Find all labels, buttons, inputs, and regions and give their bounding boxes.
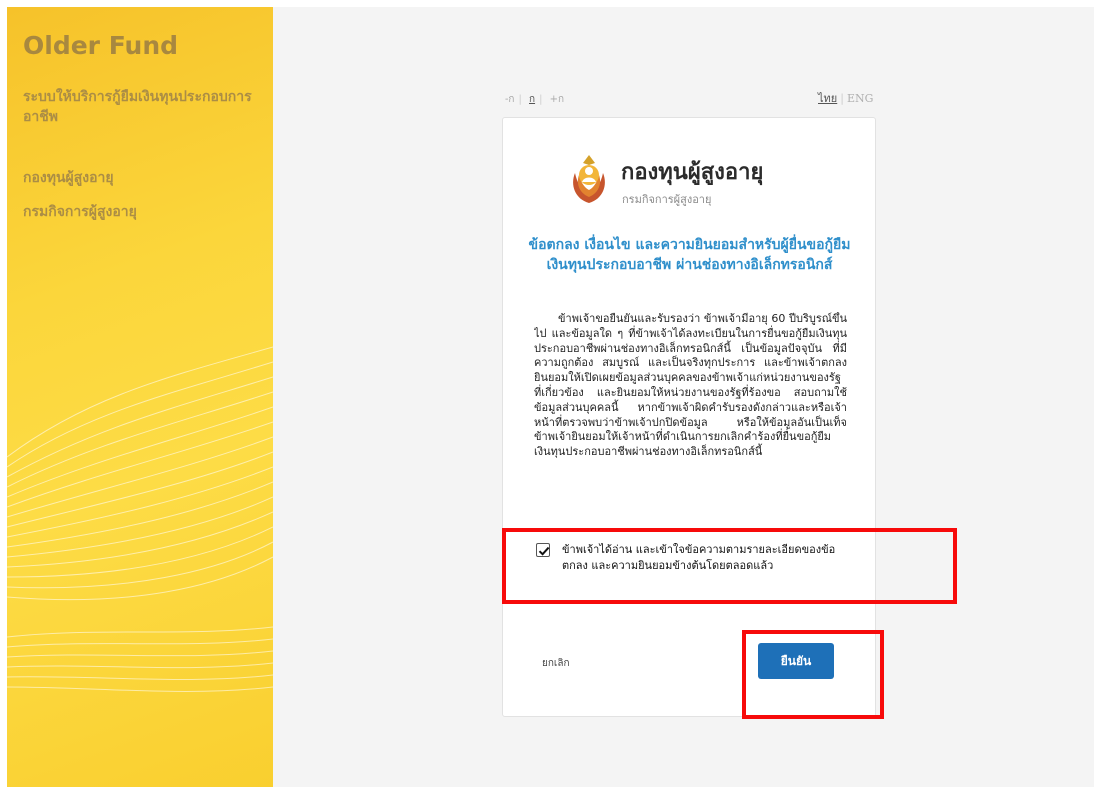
older-fund-logo-icon	[573, 155, 605, 203]
separator: |	[840, 92, 844, 105]
sidebar-link-older-fund[interactable]: กองทุนผู้สูงอายุ	[23, 167, 114, 189]
font-normal-button[interactable]: ก	[529, 94, 535, 105]
system-title: ระบบให้บริการกู้ยืมเงินทุนประกอบการอาชีพ	[23, 89, 252, 125]
org-name: กองทุนผู้สูงอายุ	[621, 160, 764, 185]
terms-body: ข้าพเจ้าขอยืนยันและรับรองว่า ข้าพเจ้ามีอ…	[534, 312, 847, 459]
lang-thai-link[interactable]: ไทย	[818, 92, 837, 105]
sidebar: Older Fund ระบบให้บริการกู้ยืมเงินทุนประ…	[7, 7, 273, 787]
terms-title: ข้อตกลง เงื่อนไข และความยินยอมสำหรับผู้ย…	[528, 237, 851, 273]
lang-eng-link[interactable]: ENG	[847, 92, 873, 105]
font-smaller-button[interactable]: -ก	[505, 94, 514, 105]
wave-decoration	[7, 346, 273, 692]
sidebar-link-department[interactable]: กรมกิจการผู้สูงอายุ	[23, 201, 137, 223]
scroll-fade	[534, 506, 847, 518]
separator: |	[518, 94, 522, 105]
highlight-box-confirm	[742, 630, 884, 719]
highlight-box-consent	[502, 528, 957, 604]
language-switcher: ไทย | ENG	[818, 89, 873, 107]
font-larger-button[interactable]: +ก	[550, 94, 564, 105]
separator: |	[539, 94, 543, 105]
page: Older Fund ระบบให้บริการกู้ยืมเงินทุนประ…	[0, 0, 1094, 787]
cancel-link[interactable]: ยกเลิก	[542, 656, 570, 671]
brand-title: Older Fund	[23, 31, 179, 60]
org-subtitle: กรมกิจการผู้สูงอายุ	[622, 193, 712, 206]
font-size-controls: -ก | ก | +ก	[505, 92, 568, 107]
